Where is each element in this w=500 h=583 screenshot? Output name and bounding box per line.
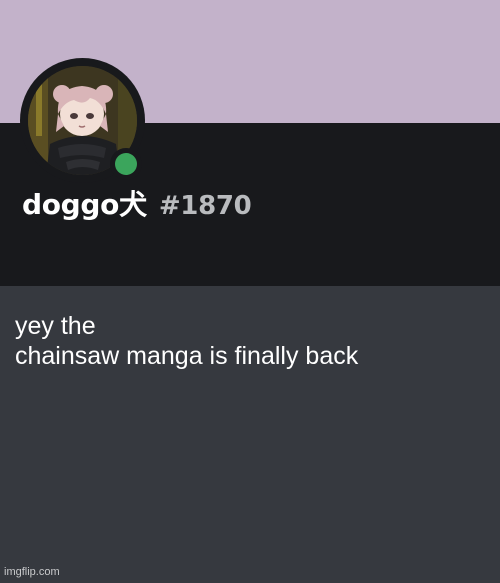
online-status-icon	[115, 153, 137, 175]
message-text: yey the chainsaw manga is finally back	[15, 312, 359, 370]
user-tag: doggo犬 #1870	[22, 183, 252, 223]
username[interactable]: doggo犬	[22, 183, 147, 223]
watermark: imgflip.com	[4, 566, 60, 578]
discriminator: #1870	[158, 191, 252, 221]
